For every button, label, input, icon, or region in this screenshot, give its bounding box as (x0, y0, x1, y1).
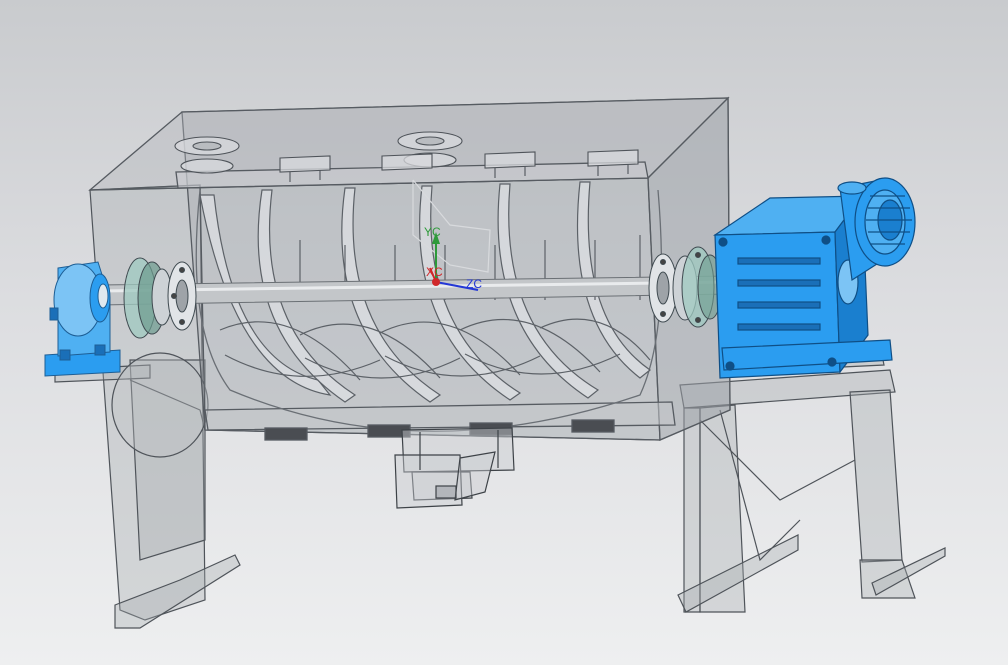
y-axis-label: YC (424, 225, 441, 239)
right-coupling[interactable] (648, 246, 723, 328)
cad-model-viewport[interactable]: YC XC ZC (0, 0, 1008, 665)
electric-motor[interactable] (837, 177, 916, 282)
z-axis-label: ZC (466, 277, 482, 291)
left-coupling[interactable] (123, 257, 197, 339)
x-axis-label: XC (426, 265, 443, 279)
cad-model-canvas[interactable]: YC XC ZC (0, 0, 1008, 665)
discharge-valve[interactable] (394, 427, 515, 509)
